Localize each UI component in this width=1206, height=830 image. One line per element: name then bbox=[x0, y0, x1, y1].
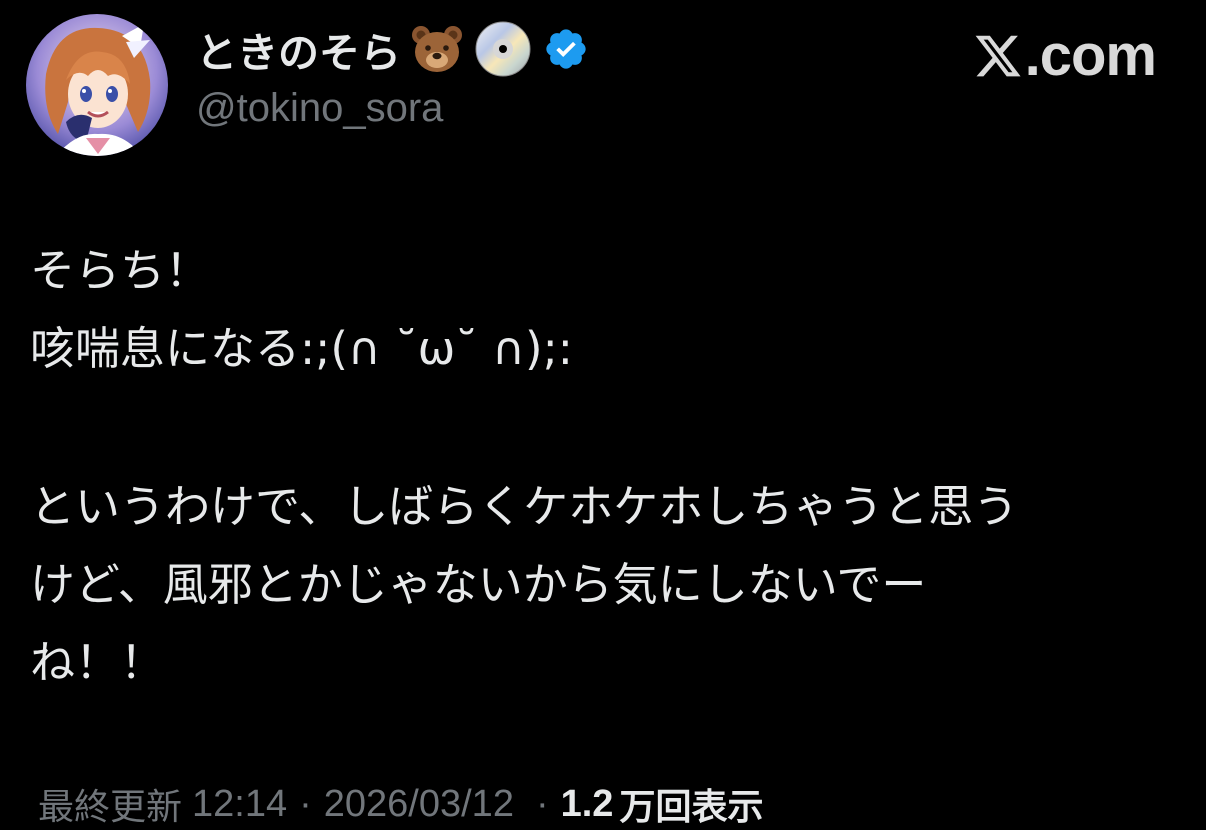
x-logo-icon bbox=[973, 31, 1023, 81]
bear-emoji-icon bbox=[407, 19, 467, 79]
tweet-date[interactable]: 2026/03/12 bbox=[324, 783, 514, 826]
tweet-line: ね！！ bbox=[30, 636, 166, 689]
tweet-meta: 最終更新 12:14 · 2026/03/12 · 1.2 万回表示 bbox=[38, 778, 763, 830]
brand-text: .com bbox=[1024, 23, 1157, 88]
tweet-line: そらち！ bbox=[30, 244, 211, 297]
tweet-line: けど、風邪とかじゃないから気にしないでー bbox=[30, 558, 927, 611]
display-name[interactable]: ときのそら bbox=[196, 19, 401, 79]
tweet-line: というわけで、しばらくケホケホしちゃうと思う bbox=[30, 480, 1019, 533]
views-count[interactable]: 1.2 bbox=[561, 783, 614, 826]
brand-logo: .com bbox=[973, 23, 1157, 88]
updated-label: 最終更新 bbox=[38, 787, 183, 828]
verified-badge-icon[interactable] bbox=[543, 26, 589, 72]
author-handle[interactable]: @tokino_sora bbox=[196, 86, 443, 131]
avatar[interactable] bbox=[26, 14, 168, 156]
author-name-row: ときのそら bbox=[196, 18, 589, 80]
tweet-time[interactable]: 12:14 bbox=[192, 783, 287, 826]
views-label[interactable]: 万回表示 bbox=[619, 778, 763, 830]
disc-emoji-icon bbox=[473, 19, 533, 79]
meta-separator: · bbox=[535, 782, 549, 825]
tweet-line: 咳喘息になる:;(∩ ˘ω˘ ∩);: bbox=[30, 322, 573, 375]
tweet-text: そらち！ 咳喘息になる:;(∩ ˘ω˘ ∩);: というわけで、しばらくケホケホ… bbox=[30, 232, 1180, 702]
avatar-image bbox=[26, 14, 168, 156]
meta-separator: · bbox=[299, 782, 312, 825]
